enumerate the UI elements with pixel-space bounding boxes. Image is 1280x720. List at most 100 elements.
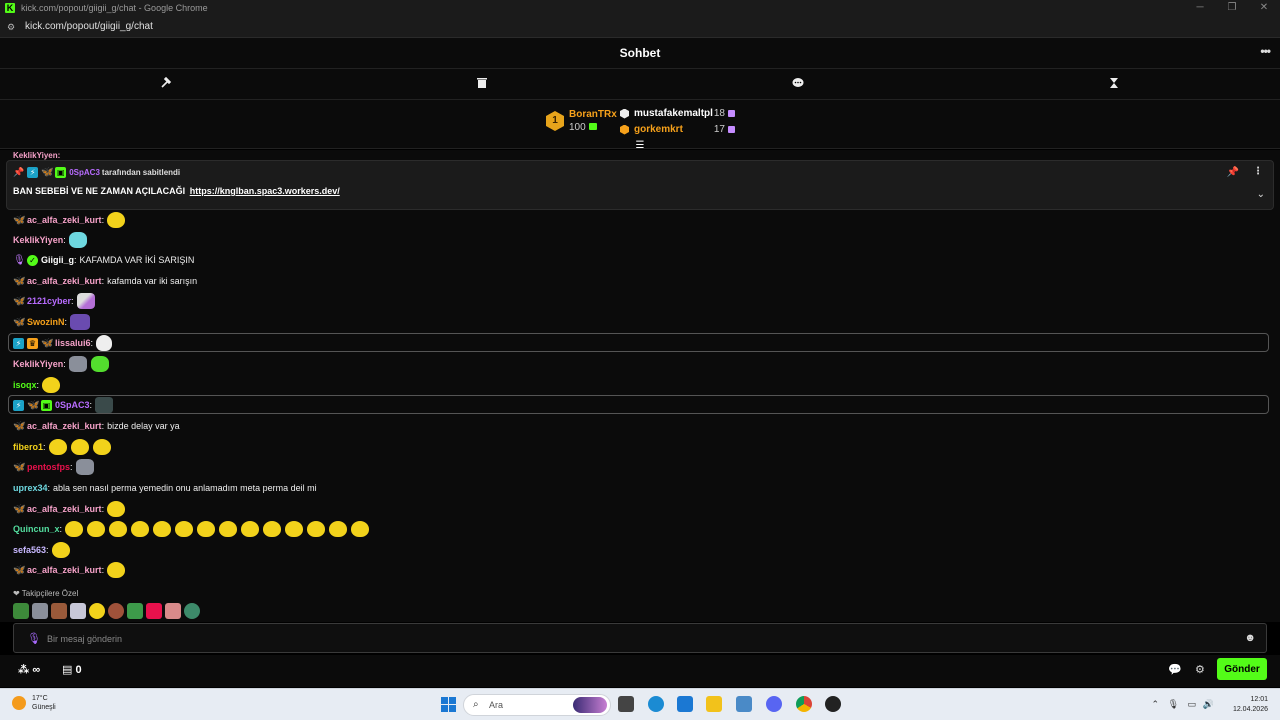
window-title: kick.com/popout/giigii_g/chat - Google C… [21,3,208,13]
microphone-icon[interactable]: 🎙 [1168,699,1179,710]
volume-icon[interactable]: 🔊 [1203,699,1214,710]
leaderboard-first-place[interactable]: 1 BoranTRx 100 [546,109,617,133]
leaderboard-name: mustafakemaltpl [634,108,713,119]
message-username[interactable]: KeklikYiyen [13,359,63,369]
pinned-more-icon[interactable]: ⋮ [1253,166,1263,177]
chat-message[interactable]: KeklikYiyen: [13,230,91,250]
butterfly-badge-icon: 🦋 [13,295,26,307]
chat-message[interactable]: 🦋 ac_alfa_zeki_kurt: [13,499,129,519]
more-options-icon[interactable]: ••• [1260,44,1271,58]
message-username[interactable]: isoqx [13,380,37,390]
emote-icon[interactable] [32,603,48,619]
file-explorer-icon[interactable] [706,696,722,712]
message-username[interactable]: ac_alfa_zeki_kurt [27,215,102,225]
emote-icon[interactable] [165,603,181,619]
weather-widget[interactable]: 17°C Güneşli [12,694,56,712]
message-username[interactable]: uprex34 [13,483,48,493]
message-username[interactable]: pentosfps [27,462,70,472]
message-username[interactable]: ac_alfa_zeki_kurt [27,504,102,514]
message-username[interactable]: ac_alfa_zeki_kurt [27,421,102,431]
app-icon[interactable] [736,696,752,712]
chat-messages[interactable] [0,150,1280,620]
chat-message[interactable]: ⚡ ♛ 🦋 lissalui6: [13,333,116,353]
chat-message[interactable]: 🦋 2121cyber: [13,291,99,311]
chat-message[interactable]: 🦋 ac_alfa_zeki_kurt: kafamda var iki sar… [13,271,197,291]
subscriber-badge-icon: ▣ [55,167,67,178]
unpin-icon[interactable]: 📌 [1227,167,1239,178]
chevron-down-icon[interactable]: ⌄ [1257,189,1265,200]
message-input[interactable] [47,630,1227,648]
chat-message[interactable]: 🎙 ✓ Giigii_g: KAFAMDA VAR İKİ SARIŞIN [13,250,194,270]
message-username[interactable]: 0SpAC3 [55,400,90,410]
settings-gear-icon[interactable]: ⚙ [1195,663,1205,676]
edge-browser-icon[interactable] [648,696,664,712]
message-username[interactable]: fibero1 [13,442,43,452]
clock[interactable]: 12:01 12.04.2026 [1233,695,1268,715]
network-icon[interactable]: ▭ [1187,699,1196,710]
emote-icon[interactable] [89,603,105,619]
close-icon[interactable]: ✕ [1248,0,1280,16]
butterfly-badge-icon: 🦋 [41,337,54,349]
emoji-picker-icon[interactable]: ☻ [1244,632,1256,644]
message-username[interactable]: Giigii_g [41,255,74,265]
emote-icon[interactable] [51,603,67,619]
task-view-icon[interactable] [618,696,634,712]
chat-message[interactable]: 🦋 pentosfps: [13,457,98,477]
leaderboard-row[interactable]: mustafakemaltpl 18 [620,108,735,119]
message-username[interactable]: 2121cyber [27,296,71,306]
hammer-icon[interactable] [159,76,173,91]
chat-message[interactable]: 🦋 ac_alfa_zeki_kurt: [13,560,129,580]
chat-message[interactable]: fibero1: [13,437,115,457]
message-username[interactable]: ac_alfa_zeki_kurt [27,276,102,286]
chrome-icon[interactable] [796,696,812,712]
trash-icon[interactable] [475,77,489,91]
discord-icon[interactable] [766,696,782,712]
maximize-icon[interactable]: ❐ [1216,0,1248,16]
taskbar-search[interactable]: ⌕ Ara [463,694,611,716]
channel-points[interactable]: ⁂ ∞ [18,663,40,676]
chat-message[interactable]: uprex34: abla sen nasıl perma yemedin on… [13,478,317,498]
leaderboard-row[interactable]: gorkemkrt 17 [620,124,735,135]
chat-bubble-icon[interactable] [791,77,805,91]
chat-message[interactable]: 🦋 ac_alfa_zeki_kurt: [13,210,129,230]
broadcaster-mic-icon: 🎙 [13,254,26,266]
site-settings-icon[interactable]: ⚙ [7,22,17,32]
minimize-icon[interactable]: ─ [1184,0,1216,16]
emote-icon[interactable] [127,603,143,619]
message-username[interactable]: SwozinN [27,317,65,327]
message-username[interactable]: Quincun_x [13,524,60,534]
mic-icon[interactable]: 🎙 [27,632,41,645]
message-username[interactable]: ac_alfa_zeki_kurt [27,565,102,575]
hourglass-icon[interactable] [1107,77,1121,91]
chat-title: Sohbet [619,46,661,60]
message-username[interactable]: KeklikYiyen [13,235,63,245]
pinned-message[interactable]: 📌 ⚡ 🦋 ▣ 0SpAC3 tarafından sabitlendi BAN… [6,160,1274,210]
emote-icon[interactable] [70,603,86,619]
store-app-icon[interactable] [677,696,693,712]
chevron-up-icon[interactable]: ⌃ [1151,699,1159,710]
store-button[interactable]: ▤ 0 [62,663,82,676]
address-bar[interactable]: ⚙ kick.com/popout/giigii_g/chat [0,16,1280,38]
message-username[interactable]: lissalui6 [55,338,91,348]
emote-icon[interactable] [13,603,29,619]
windows-start-icon[interactable] [441,697,456,712]
chat-message[interactable]: sefa563: [13,540,74,560]
message-input-box[interactable]: 🎙 ☻ [13,623,1267,653]
url-text[interactable]: kick.com/popout/giigii_g/chat [25,21,153,32]
chat-message[interactable]: Quincun_x: [13,519,373,539]
leaderboard-collapse-icon[interactable]: ☰ [634,141,646,151]
pinned-link[interactable]: https://knglban.spac3.workers.dev/ [190,186,340,196]
emote-icon[interactable] [184,603,200,619]
chat-message[interactable]: 🦋 SwozinN: [13,312,94,332]
emote-icon[interactable] [146,603,162,619]
pinned-by-user[interactable]: 0SpAC3 [69,168,100,177]
chat-message[interactable]: ⚡ 🦋 ▣ 0SpAC3: [13,395,117,415]
app-icon[interactable] [825,696,841,712]
chat-message[interactable]: 🦋 ac_alfa_zeki_kurt: bizde delay var ya [13,416,180,436]
chat-message[interactable]: isoqx: [13,375,64,395]
message-username[interactable]: sefa563 [13,545,46,555]
send-button[interactable]: Gönder [1217,658,1267,680]
chat-bubble-icon[interactable]: 💬 [1168,663,1182,676]
chat-message[interactable]: KeklikYiyen: [13,354,113,374]
emote-icon[interactable] [108,603,124,619]
